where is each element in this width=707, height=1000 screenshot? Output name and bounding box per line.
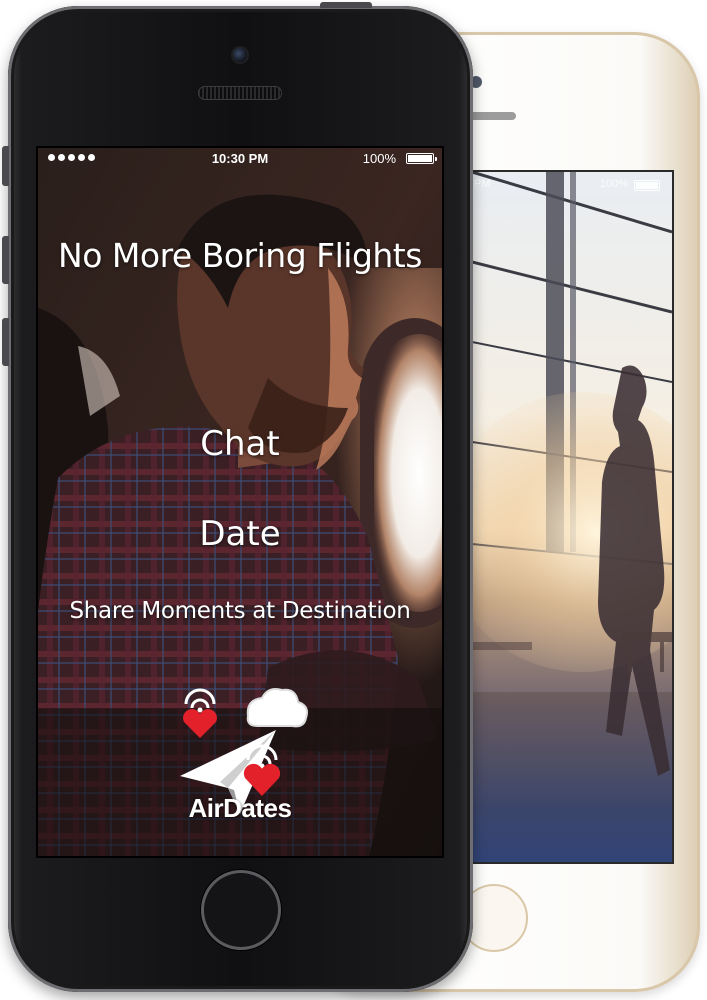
back-status-bar: PM 100%	[472, 178, 672, 192]
front-camera	[233, 48, 247, 62]
battery-fill	[408, 155, 432, 162]
mockup-stage: PM 100% 10:30 PM 100% No More Boring Fli…	[0, 0, 707, 1000]
home-button[interactable]	[201, 870, 281, 950]
battery-icon	[406, 153, 437, 164]
back-phone-screen: PM 100%	[470, 170, 674, 864]
back-phone-speaker	[468, 112, 516, 120]
brand-name: AirDates	[188, 793, 292, 823]
app-screen: 10:30 PM 100% No More Boring Flights Cha…	[38, 148, 442, 856]
volume-up-button	[2, 236, 9, 284]
front-phone: 10:30 PM 100% No More Boring Flights Cha…	[2, 2, 473, 992]
heart-wifi-icon	[183, 688, 217, 738]
battery-percentage: 100%	[362, 151, 396, 166]
earpiece-speaker	[198, 86, 282, 100]
feature-share-moments: Share Moments at Destination	[69, 598, 411, 624]
airport-walker-image	[472, 172, 672, 862]
feature-date: Date	[199, 514, 281, 554]
back-battery-icon	[634, 180, 660, 191]
feature-chat: Chat	[200, 424, 280, 464]
power-button	[320, 2, 372, 8]
volume-down-button	[2, 318, 9, 366]
back-status-battery-percent: 100%	[599, 178, 628, 190]
headline: No More Boring Flights	[58, 236, 422, 275]
mute-switch	[2, 146, 9, 186]
cloud-icon	[246, 688, 308, 728]
status-bar: 10:30 PM 100%	[38, 148, 442, 168]
back-status-time: PM	[474, 178, 491, 190]
